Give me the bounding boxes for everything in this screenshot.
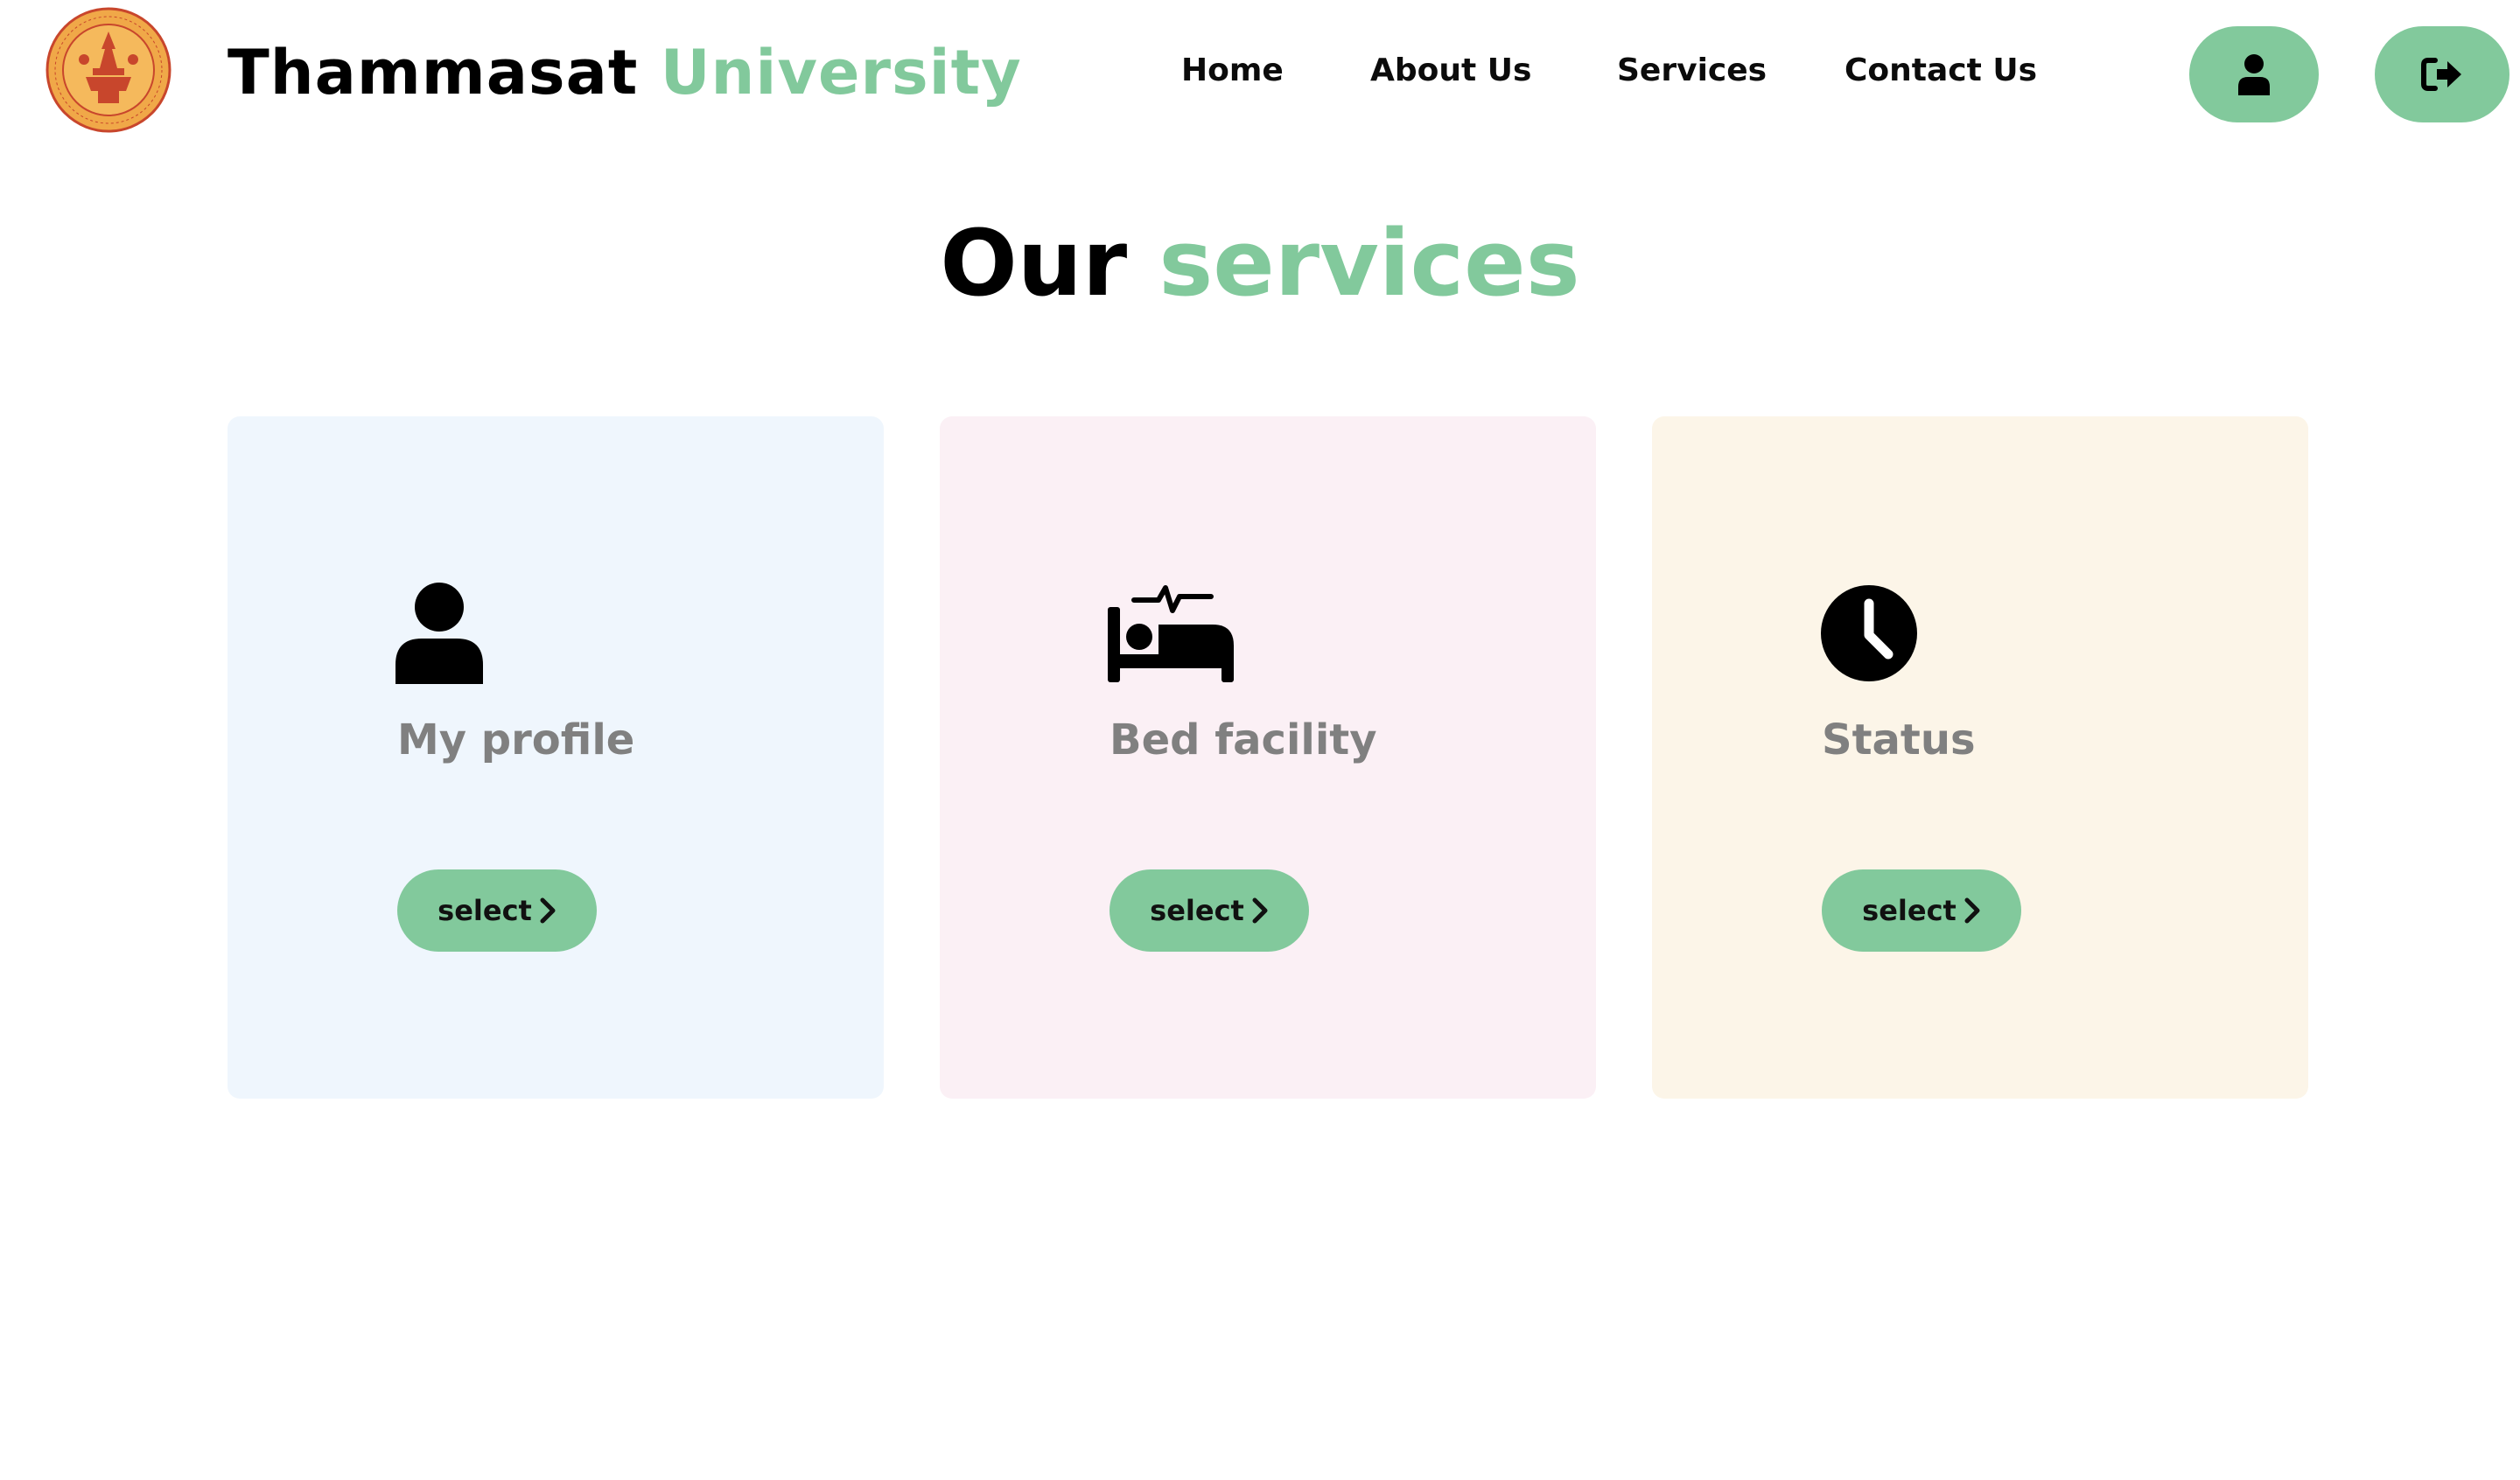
card-label: Bed facility bbox=[1110, 716, 1377, 764]
service-card-bed-facility: Bed facility select bbox=[940, 416, 1596, 1099]
chevron-right-icon bbox=[1964, 897, 1980, 924]
site-header: Thammasat University Home About Us Servi… bbox=[0, 0, 2520, 149]
service-card-status: Status select bbox=[1652, 416, 2308, 1099]
page-title-main: Our bbox=[940, 210, 1128, 317]
service-card-my-profile: My profile select bbox=[228, 416, 884, 1099]
nav-services[interactable]: Services bbox=[1617, 49, 1767, 93]
nav-about-us[interactable]: About Us bbox=[1370, 49, 1531, 93]
university-seal-icon bbox=[46, 7, 172, 133]
select-button-my-profile[interactable]: select bbox=[397, 869, 597, 952]
select-label: select bbox=[1862, 894, 1956, 927]
user-icon bbox=[396, 583, 483, 684]
card-label: My profile bbox=[397, 716, 635, 764]
page-title: Our services bbox=[0, 206, 2520, 320]
nav-home[interactable]: Home bbox=[1181, 49, 1284, 93]
card-label: Status bbox=[1822, 716, 1976, 764]
logout-button[interactable] bbox=[2375, 26, 2510, 122]
select-button-status[interactable]: select bbox=[1822, 869, 2021, 952]
sign-out-icon bbox=[2421, 58, 2461, 91]
brand-title: Thammasat University bbox=[228, 33, 1022, 112]
user-icon bbox=[2238, 54, 2270, 95]
brand-name: Thammasat bbox=[228, 37, 639, 108]
chevron-right-icon bbox=[540, 897, 556, 924]
nav-contact-us[interactable]: Contact Us bbox=[1844, 49, 2037, 93]
chevron-right-icon bbox=[1252, 897, 1268, 924]
brand-accent: University bbox=[660, 37, 1022, 108]
bed-pulse-icon bbox=[1108, 581, 1234, 682]
page-title-accent: services bbox=[1158, 210, 1580, 317]
profile-button[interactable] bbox=[2189, 26, 2319, 122]
select-button-bed-facility[interactable]: select bbox=[1110, 869, 1309, 952]
select-label: select bbox=[1150, 894, 1244, 927]
select-label: select bbox=[438, 894, 532, 927]
clock-icon bbox=[1820, 584, 1918, 682]
university-logo[interactable] bbox=[46, 7, 172, 133]
